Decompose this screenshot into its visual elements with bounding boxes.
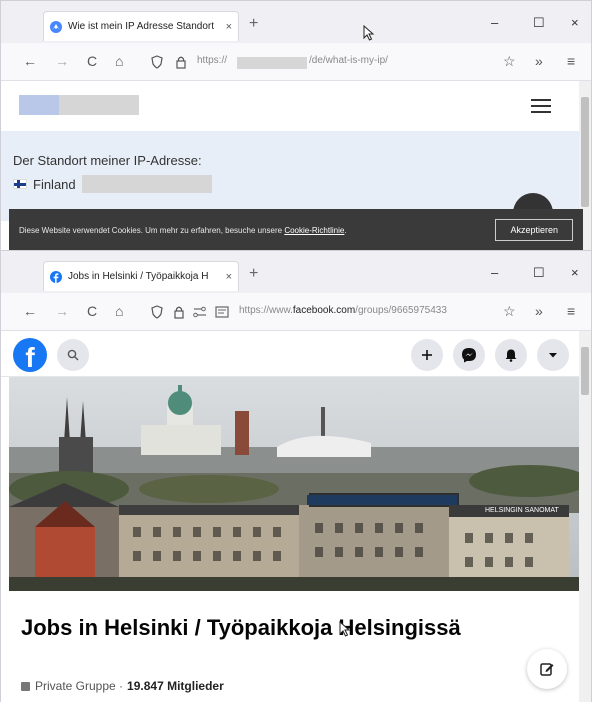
tab-close-icon[interactable]: × bbox=[226, 271, 232, 283]
create-button[interactable] bbox=[411, 339, 443, 371]
bookmark-star-icon[interactable]: ☆ bbox=[503, 303, 516, 320]
app-menu-icon[interactable]: ≡ bbox=[567, 303, 575, 319]
browser-window-facebook: Jobs in Helsinki / Työpaikkoja H × + – ☐… bbox=[0, 250, 592, 702]
chevron-down-icon bbox=[549, 353, 557, 358]
url-path[interactable]: /de/what-is-my-ip/ bbox=[309, 55, 388, 66]
minimize-button[interactable]: – bbox=[491, 265, 498, 280]
tab-title: Jobs in Helsinki / Työpaikkoja H bbox=[68, 271, 209, 282]
home-button[interactable]: ⌂ bbox=[115, 53, 123, 69]
tab-jobs-helsinki[interactable]: Jobs in Helsinki / Työpaikkoja H × bbox=[43, 261, 239, 291]
finland-flag-icon bbox=[13, 179, 27, 189]
notifications-button[interactable] bbox=[495, 339, 527, 371]
url-field[interactable]: https://www.facebook.com/groups/96659754… bbox=[239, 305, 447, 316]
scrollbar-thumb[interactable] bbox=[581, 97, 589, 207]
maximize-button[interactable]: ☐ bbox=[533, 265, 545, 281]
reader-view-icon[interactable] bbox=[215, 305, 229, 319]
group-title[interactable]: Jobs in Helsinki / Työpaikkoja Helsingis… bbox=[21, 613, 521, 643]
account-menu-button[interactable] bbox=[537, 339, 569, 371]
reload-button[interactable]: C bbox=[87, 303, 97, 319]
back-button[interactable]: ← bbox=[23, 303, 37, 319]
back-button[interactable]: ← bbox=[23, 53, 37, 69]
facebook-favicon-icon bbox=[50, 270, 62, 283]
lock-icon bbox=[21, 681, 30, 691]
tab-bar: Wie ist mein IP Adresse Standort × + – ☐… bbox=[1, 1, 591, 43]
redacted-ip bbox=[81, 175, 212, 193]
facebook-top-bar: f bbox=[1, 331, 581, 377]
overflow-menu-icon[interactable]: » bbox=[535, 53, 543, 69]
tab-title: Wie ist mein IP Adresse Standort bbox=[68, 21, 214, 32]
close-window-button[interactable]: × bbox=[571, 15, 579, 30]
shield-icon[interactable] bbox=[151, 55, 163, 69]
search-icon bbox=[67, 349, 79, 361]
plus-icon bbox=[422, 350, 432, 360]
lock-icon[interactable] bbox=[175, 55, 187, 69]
cookie-policy-link[interactable]: Cookie-Richtlinie bbox=[284, 226, 344, 235]
nordvpn-favicon-icon bbox=[50, 20, 62, 33]
member-count[interactable]: 19.847 Mitglieder bbox=[127, 679, 224, 693]
maximize-button[interactable]: ☐ bbox=[533, 15, 545, 31]
redacted-domain bbox=[237, 57, 307, 69]
nav-bar: ← → C ⌂ https:// /de/what-is-my-ip/ ☆ » … bbox=[1, 43, 591, 81]
nav-bar: ← → C ⌂ https://www.facebook.com/groups/… bbox=[1, 293, 591, 331]
hamburger-menu-icon[interactable] bbox=[531, 99, 551, 113]
cookie-text: Diese Website verwendet Cookies. Um mehr… bbox=[19, 225, 347, 235]
search-button[interactable] bbox=[57, 339, 89, 371]
bookmark-star-icon[interactable]: ☆ bbox=[503, 53, 516, 70]
facebook-logo[interactable]: f bbox=[13, 338, 47, 372]
tab-ip-location[interactable]: Wie ist mein IP Adresse Standort × bbox=[43, 11, 239, 41]
mouse-cursor-icon bbox=[363, 25, 375, 41]
billboard-text: HELSINGIN SANOMAT bbox=[485, 507, 559, 514]
group-cover-photo: HELSINGIN SANOMAT bbox=[9, 377, 579, 591]
group-privacy: Private Gruppe · bbox=[35, 679, 124, 693]
home-button[interactable]: ⌂ bbox=[115, 303, 123, 319]
ip-country: Finland bbox=[13, 175, 212, 193]
new-tab-button[interactable]: + bbox=[249, 15, 258, 33]
url-prefix[interactable]: https:// bbox=[197, 55, 227, 66]
cookie-banner: Diese Website verwendet Cookies. Um mehr… bbox=[9, 209, 583, 251]
new-tab-button[interactable]: + bbox=[249, 265, 258, 283]
reload-button[interactable]: C bbox=[87, 53, 97, 69]
ip-location-label: Der Standort meiner IP-Adresse: bbox=[13, 153, 202, 168]
messenger-button[interactable] bbox=[453, 339, 485, 371]
accept-cookies-button[interactable]: Akzeptieren bbox=[495, 219, 573, 241]
edit-icon bbox=[540, 663, 554, 676]
site-header bbox=[1, 81, 581, 131]
redacted-logo bbox=[19, 95, 59, 115]
redacted-logo-text bbox=[59, 95, 139, 115]
compose-button[interactable] bbox=[527, 649, 567, 689]
overflow-menu-icon[interactable]: » bbox=[535, 303, 543, 319]
mouse-cursor-icon bbox=[339, 621, 351, 637]
tab-bar: Jobs in Helsinki / Työpaikkoja H × + – ☐… bbox=[1, 251, 591, 293]
minimize-button[interactable]: – bbox=[491, 15, 498, 30]
close-window-button[interactable]: × bbox=[571, 265, 579, 280]
permissions-icon[interactable] bbox=[193, 305, 207, 319]
forward-button[interactable]: → bbox=[55, 303, 69, 319]
scrollbar[interactable] bbox=[579, 331, 591, 702]
shield-icon[interactable] bbox=[151, 305, 163, 319]
forward-button[interactable]: → bbox=[55, 53, 69, 69]
messenger-icon bbox=[462, 348, 476, 363]
lock-icon[interactable] bbox=[173, 305, 185, 319]
tab-close-icon[interactable]: × bbox=[226, 21, 232, 33]
ip-location-panel: Der Standort meiner IP-Adresse: Finland bbox=[1, 131, 581, 221]
country-name: Finland bbox=[33, 176, 76, 192]
page-content: f HELSINGIN SANOMAT Jobs in Helsinki / T… bbox=[1, 331, 581, 702]
browser-window-ip: Wie ist mein IP Adresse Standort × + – ☐… bbox=[0, 0, 592, 251]
scrollbar-thumb[interactable] bbox=[581, 347, 589, 395]
bell-icon bbox=[505, 349, 517, 362]
app-menu-icon[interactable]: ≡ bbox=[567, 53, 575, 69]
group-meta: Private Gruppe · 19.847 Mitglieder bbox=[21, 679, 224, 693]
